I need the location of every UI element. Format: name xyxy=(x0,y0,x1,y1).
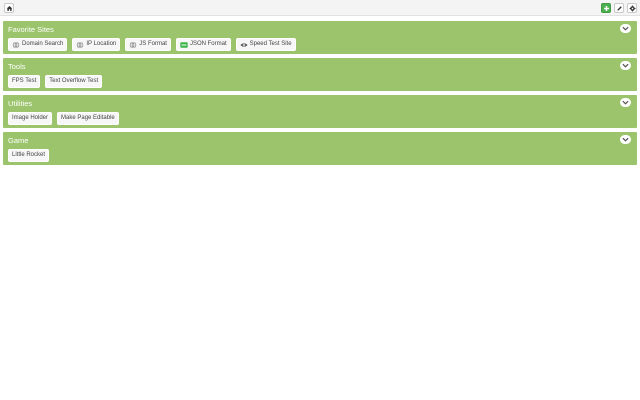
add-button[interactable] xyxy=(601,3,611,13)
section-tools: Tools FPS Test Text Overflow Test xyxy=(3,58,637,91)
link-label: Domain Search xyxy=(22,41,64,47)
section-title: Favorite Sites xyxy=(8,25,54,34)
collapse-toggle[interactable] xyxy=(620,61,631,70)
link-ip-location[interactable]: IP Location xyxy=(72,38,121,51)
link-label: Make Page Editable xyxy=(61,115,115,121)
section-title: Game xyxy=(8,136,29,145)
link-label: Text Overflow Test xyxy=(49,78,99,84)
link-little-rocket[interactable]: Little Rocket xyxy=(8,149,50,162)
link-js-format[interactable]: JS Format xyxy=(125,38,171,51)
settings-button[interactable] xyxy=(627,3,637,13)
home-button[interactable] xyxy=(4,3,14,13)
chevron-down-icon xyxy=(622,100,629,105)
collapse-toggle[interactable] xyxy=(620,135,631,144)
eye-icon xyxy=(240,41,248,49)
plus-icon xyxy=(603,5,610,12)
link-label: Image Holder xyxy=(12,115,49,121)
top-toolbar xyxy=(0,0,640,16)
link-label: Little Rocket xyxy=(12,152,46,158)
section-game: Game Little Rocket xyxy=(3,132,637,165)
link-text-overflow-test[interactable]: Text Overflow Test xyxy=(45,75,103,88)
link-speed-test-site[interactable]: Speed Test Site xyxy=(235,38,296,51)
section-title: Utilities xyxy=(8,99,33,108)
link-fps-test[interactable]: FPS Test xyxy=(8,75,41,88)
collapse-toggle[interactable] xyxy=(620,98,631,107)
link-json-format[interactable]: JSON Format xyxy=(175,38,231,51)
globe-icon xyxy=(129,40,137,49)
chevron-down-icon xyxy=(622,63,629,68)
chevron-down-icon xyxy=(622,26,629,31)
pencil-icon xyxy=(616,5,623,12)
edit-button[interactable] xyxy=(614,3,624,13)
section-favorite-sites: Favorite Sites Domain Search IP Location… xyxy=(3,21,637,54)
link-label: Speed Test Site xyxy=(249,41,292,47)
link-domain-search[interactable]: Domain Search xyxy=(8,38,68,51)
section-utilities: Utilities Image Holder Make Page Editabl… xyxy=(3,95,637,128)
globe-icon xyxy=(12,40,20,49)
chevron-down-icon xyxy=(622,137,629,142)
home-icon xyxy=(6,5,13,12)
json-icon xyxy=(180,41,188,49)
globe-icon xyxy=(76,40,84,49)
link-make-page-editable[interactable]: Make Page Editable xyxy=(57,112,119,125)
link-label: JS Format xyxy=(139,41,167,47)
section-title: Tools xyxy=(8,62,26,71)
link-label: JSON Format xyxy=(189,41,227,47)
collapse-toggle[interactable] xyxy=(620,24,631,33)
gear-icon xyxy=(629,5,636,12)
link-image-holder[interactable]: Image Holder xyxy=(8,112,53,125)
link-label: FPS Test xyxy=(12,78,37,84)
link-label: IP Location xyxy=(86,41,117,47)
